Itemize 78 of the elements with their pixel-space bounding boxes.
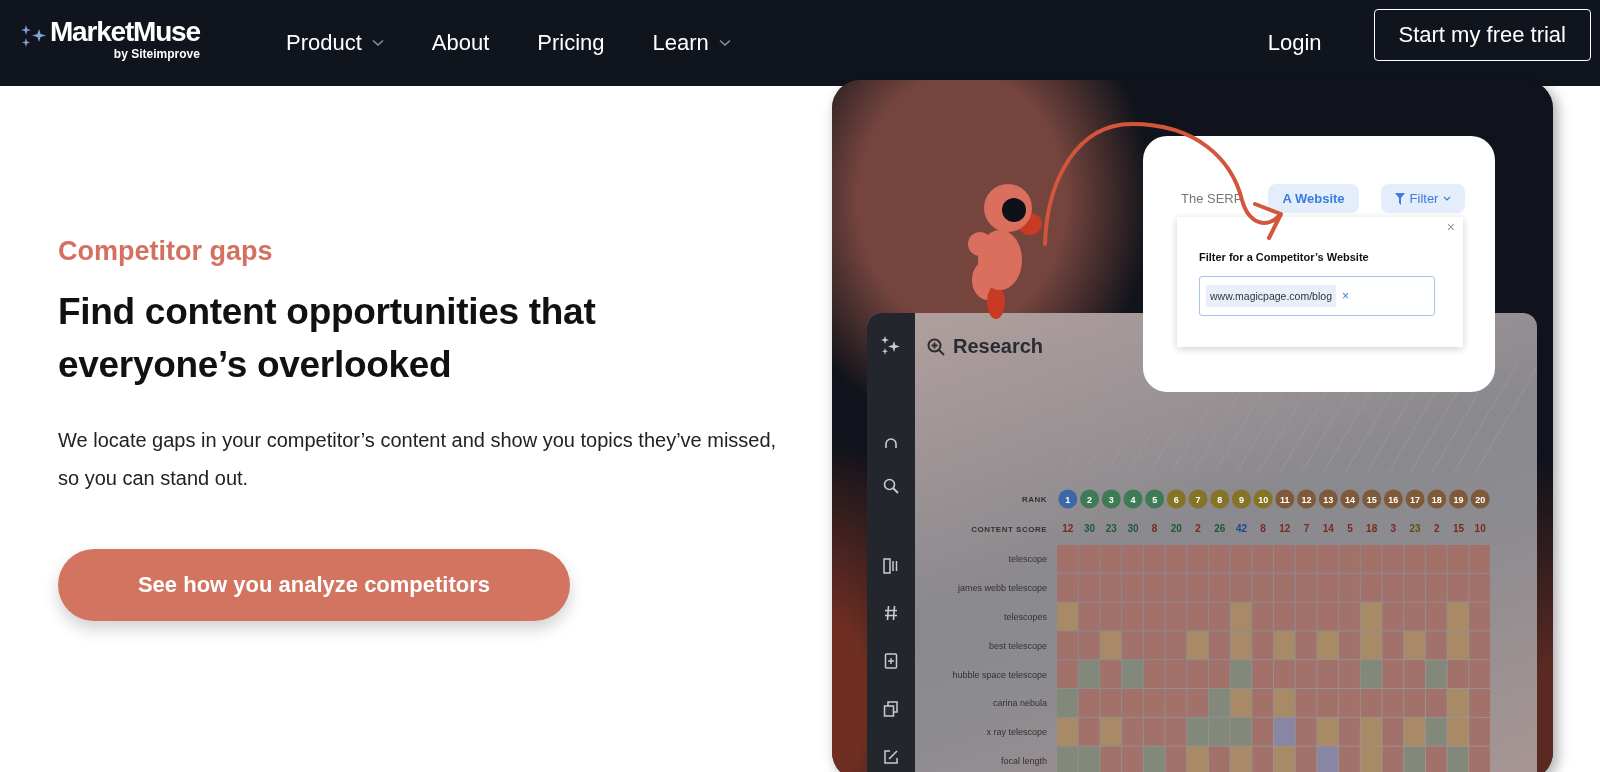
rank-number: 2 <box>1087 494 1093 505</box>
rank-number: 14 <box>1344 494 1355 505</box>
rank-number: 5 <box>1152 494 1158 505</box>
website-input-field[interactable]: www.magicpage.com/blog × <box>1199 276 1435 316</box>
free-trial-button[interactable]: Start my free trial <box>1373 9 1591 61</box>
rank-number: 6 <box>1173 494 1179 505</box>
rank-number: 11 <box>1280 494 1290 505</box>
content-score: 14 <box>1322 523 1334 534</box>
funnel-icon <box>1394 192 1405 205</box>
document-icon <box>884 653 898 669</box>
content-score: 8 <box>1151 523 1158 534</box>
rank-number: 8 <box>1217 494 1223 505</box>
content-score: 15 <box>1452 523 1464 534</box>
content-score: 5 <box>1347 523 1353 534</box>
content-score: 23 <box>1105 523 1117 534</box>
content-score: 20 <box>1170 523 1182 534</box>
search-icon <box>883 478 899 494</box>
gauge-icon <box>884 437 898 449</box>
topic-label: telescope <box>1008 554 1047 565</box>
content-score: 2 <box>1195 523 1201 534</box>
copy-icon <box>883 701 899 717</box>
rank-number: 20 <box>1475 494 1486 505</box>
filter-button[interactable]: Filter <box>1380 184 1466 213</box>
rank-number: 13 <box>1323 494 1334 505</box>
tab[interactable]: A Website <box>1268 184 1359 213</box>
edit-icon <box>883 749 899 765</box>
rank-number: 17 <box>1410 494 1421 505</box>
dropdown-title: Filter for a Competitor’s Website <box>1199 251 1370 263</box>
content-score: 8 <box>1260 523 1266 534</box>
nav-link[interactable]: Learn <box>652 30 731 56</box>
website-chip: www.magicpage.com/blog <box>1206 285 1336 307</box>
hero-heading: Find content opportunities that everyone’s overlooked <box>58 290 597 387</box>
search-icon <box>927 337 945 356</box>
nav-link[interactable]: Product <box>286 30 384 56</box>
topic-label: x ray telescope <box>986 727 1047 738</box>
content-score: 3 <box>1390 523 1397 534</box>
topic-label: telescopes <box>1003 612 1047 622</box>
rank-number: 10 <box>1258 494 1269 505</box>
login-link[interactable]: Login <box>1267 30 1322 56</box>
rank-number: 19 <box>1453 494 1464 505</box>
rank-number: 9 <box>1238 494 1244 505</box>
brand-logo[interactable]: MarketMuse <box>50 17 200 47</box>
nav-link[interactable]: Pricing <box>537 30 605 56</box>
content-score: 7 <box>1303 523 1310 534</box>
rank-number: 15 <box>1366 494 1377 505</box>
rank-number: 12 <box>1301 494 1312 505</box>
topic-label: best telescope <box>988 640 1047 651</box>
brand-byline: by Siteimprove <box>113 47 200 61</box>
nav-link[interactable]: About <box>431 30 490 56</box>
content-score: 18 <box>1366 523 1378 534</box>
rank-number: 7 <box>1195 494 1201 505</box>
rank-number: 4 <box>1130 494 1136 505</box>
content-score: 30 <box>1084 523 1096 534</box>
topic-label: james webb telescope <box>957 583 1047 594</box>
hero-description: We locate gaps in your competitor’s content and show you topics they’ve missed, so you can stand out. <box>58 428 778 491</box>
content-score: 12 <box>1279 523 1291 534</box>
content-score: 10 <box>1474 523 1486 534</box>
content-score: 23 <box>1409 523 1421 534</box>
columns-icon <box>883 558 899 574</box>
content-score: 26 <box>1214 523 1226 534</box>
rank-number: 1 <box>1065 494 1071 505</box>
rank-number: 3 <box>1108 494 1114 505</box>
topic-label: focal length <box>1000 756 1047 766</box>
hashtag-icon <box>884 605 898 621</box>
topic-label: hubble space telescope <box>952 669 1047 680</box>
topic-label: carina nebula <box>992 698 1047 709</box>
rank-label: RANK <box>1021 495 1047 504</box>
rank-number: 16 <box>1388 494 1399 505</box>
chevron-down-icon <box>1443 196 1452 201</box>
content-score: 42 <box>1235 523 1247 534</box>
content-score: 12 <box>1062 523 1074 534</box>
rank-number: 18 <box>1431 494 1442 505</box>
remove-chip-button[interactable]: × <box>1342 289 1349 303</box>
content-score: 30 <box>1127 523 1139 534</box>
section-eyebrow: Competitor gaps <box>58 236 274 267</box>
page-title: Research <box>953 335 1044 358</box>
content-score: 2 <box>1433 523 1440 534</box>
content-score-label: CONTENT SCORE <box>971 525 1047 534</box>
